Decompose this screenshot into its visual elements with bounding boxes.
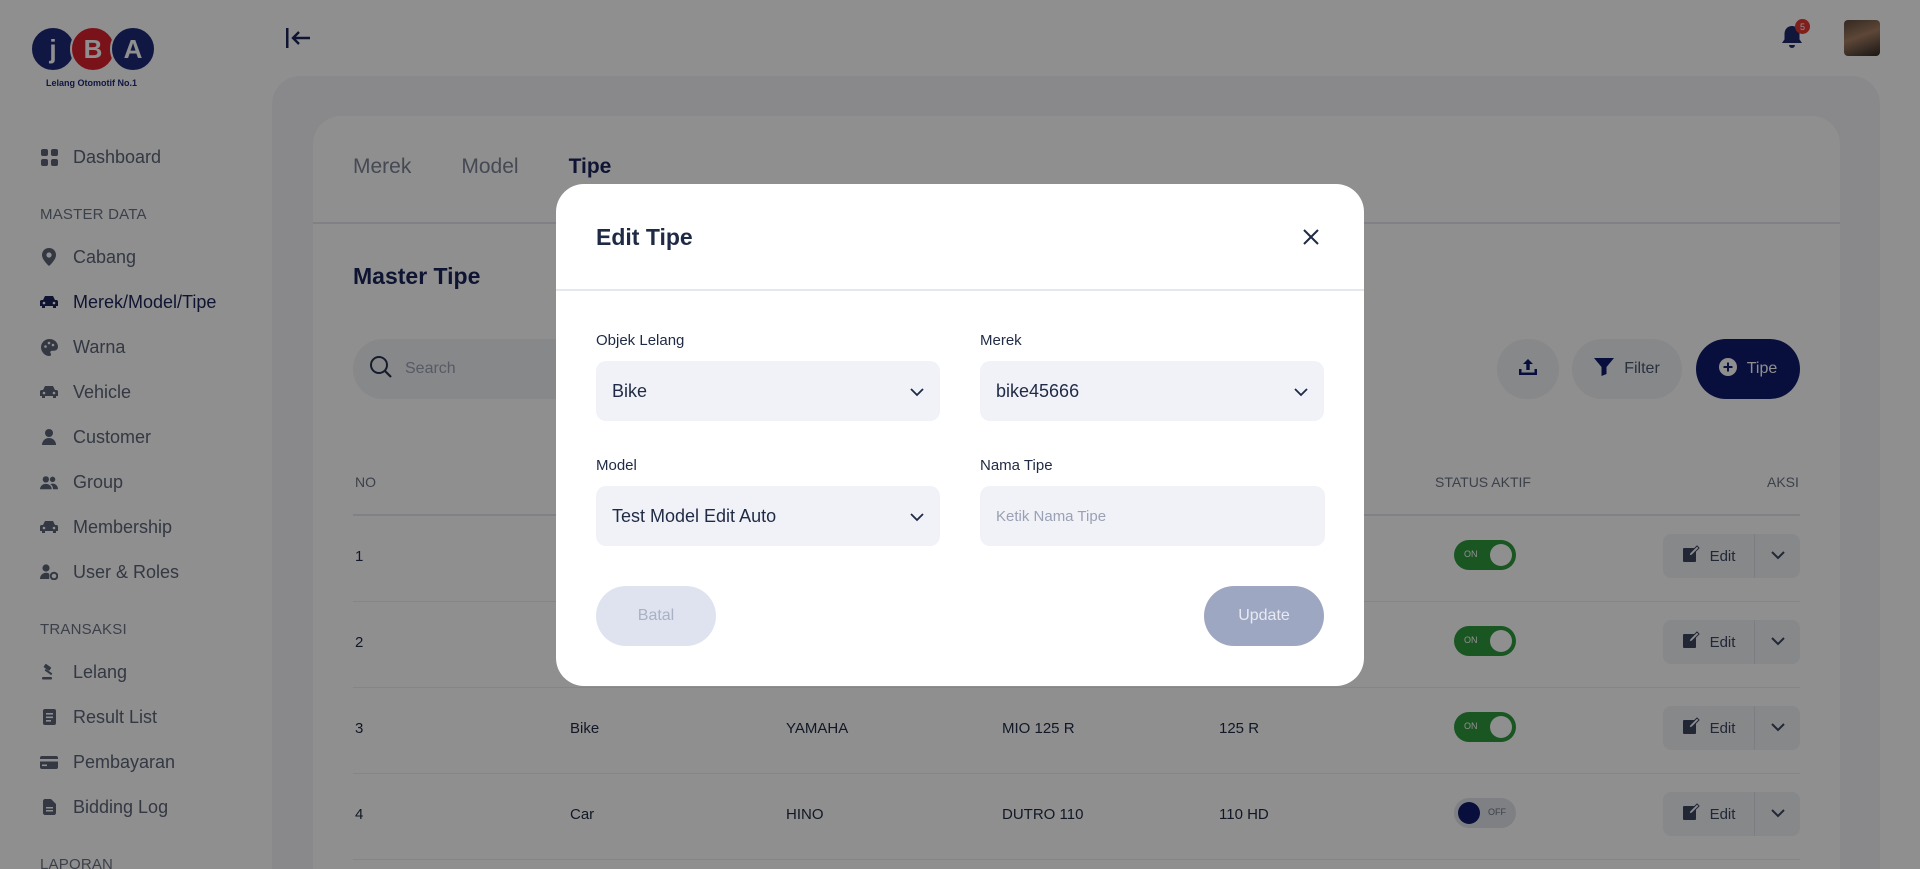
edit-tipe-modal: Edit Tipe Objek Lelang Bike Merek bike45… — [556, 184, 1364, 686]
model-label: Model — [596, 457, 637, 474]
merek-select[interactable]: bike45666 — [980, 361, 1324, 421]
chevron-down-icon — [910, 381, 924, 402]
objek-lelang-select[interactable]: Bike — [596, 361, 940, 421]
close-icon — [1302, 228, 1320, 251]
objek-lelang-label: Objek Lelang — [596, 332, 685, 349]
close-button[interactable] — [1298, 226, 1324, 252]
chevron-down-icon — [910, 506, 924, 527]
merek-label: Merek — [980, 332, 1022, 349]
modal-title: Edit Tipe — [596, 224, 693, 250]
merek-value: bike45666 — [996, 380, 1080, 401]
nama-tipe-label: Nama Tipe — [980, 457, 1053, 474]
chevron-down-icon — [1294, 381, 1308, 402]
objek-lelang-value: Bike — [612, 380, 648, 401]
cancel-button[interactable]: Batal — [596, 586, 716, 646]
model-select[interactable]: Test Model Edit Auto — [596, 486, 940, 546]
update-button[interactable]: Update — [1204, 586, 1324, 646]
model-value: Test Model Edit Auto — [612, 505, 777, 526]
modal-divider — [556, 289, 1364, 291]
nama-tipe-field[interactable] — [980, 486, 1325, 546]
